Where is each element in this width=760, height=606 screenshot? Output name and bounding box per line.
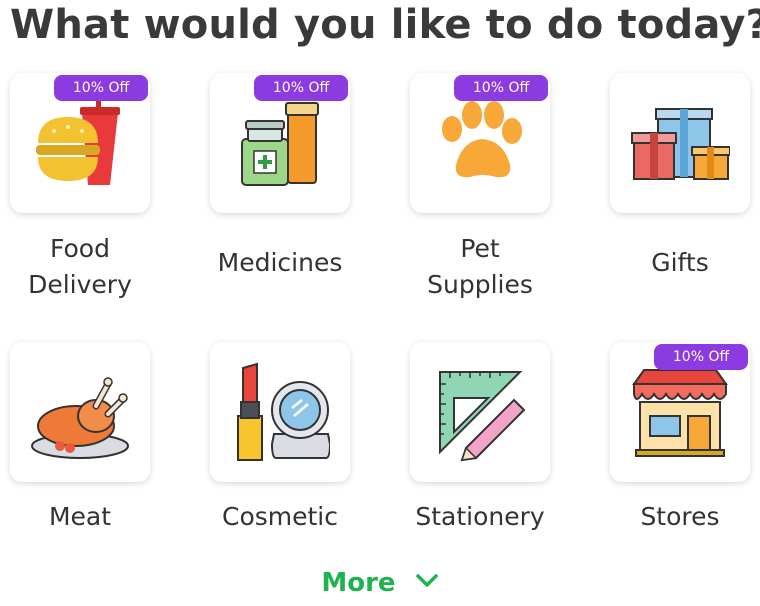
more-label: More — [321, 568, 396, 598]
ruler-pencil-icon — [439, 371, 526, 462]
service-card[interactable] — [610, 73, 750, 213]
lipstick-compact-icon — [237, 362, 330, 461]
service-label: Stores — [640, 502, 720, 531]
discount-badge: 10% Off — [54, 75, 148, 101]
service-card[interactable]: 10% Off — [10, 73, 150, 213]
more-button[interactable]: More — [0, 568, 760, 598]
service-card[interactable] — [10, 342, 150, 482]
paw-icon — [442, 101, 522, 178]
roast-chicken-icon — [31, 377, 129, 459]
burger-drink-icon — [36, 95, 120, 185]
service-card[interactable]: 10% Off — [210, 73, 350, 213]
service-label: Food Delivery — [28, 234, 132, 299]
service-label: Medicines — [217, 248, 343, 277]
discount-badge: 10% Off — [654, 344, 748, 370]
service-label: Stationery — [415, 502, 545, 531]
service-label: Gifts — [651, 248, 709, 277]
service-label: Cosmetic — [221, 502, 338, 531]
discount-badge: 10% Off — [454, 75, 548, 101]
gift-boxes-icon — [631, 108, 730, 180]
service-card[interactable] — [210, 342, 350, 482]
chevron-down-icon — [415, 573, 438, 587]
storefront-icon — [632, 369, 728, 457]
service-card[interactable]: 10% Off — [410, 73, 550, 213]
medicine-bottles-icon — [241, 102, 319, 186]
discount-badge: 10% Off — [254, 75, 348, 101]
service-label: Meat — [48, 502, 112, 531]
service-card[interactable] — [410, 342, 550, 482]
services-grid: 10% Off Food Delivery 10% Off Medicines — [0, 0, 760, 560]
service-label: Pet Supplies — [427, 234, 533, 299]
service-card[interactable]: 10% Off — [610, 342, 750, 482]
